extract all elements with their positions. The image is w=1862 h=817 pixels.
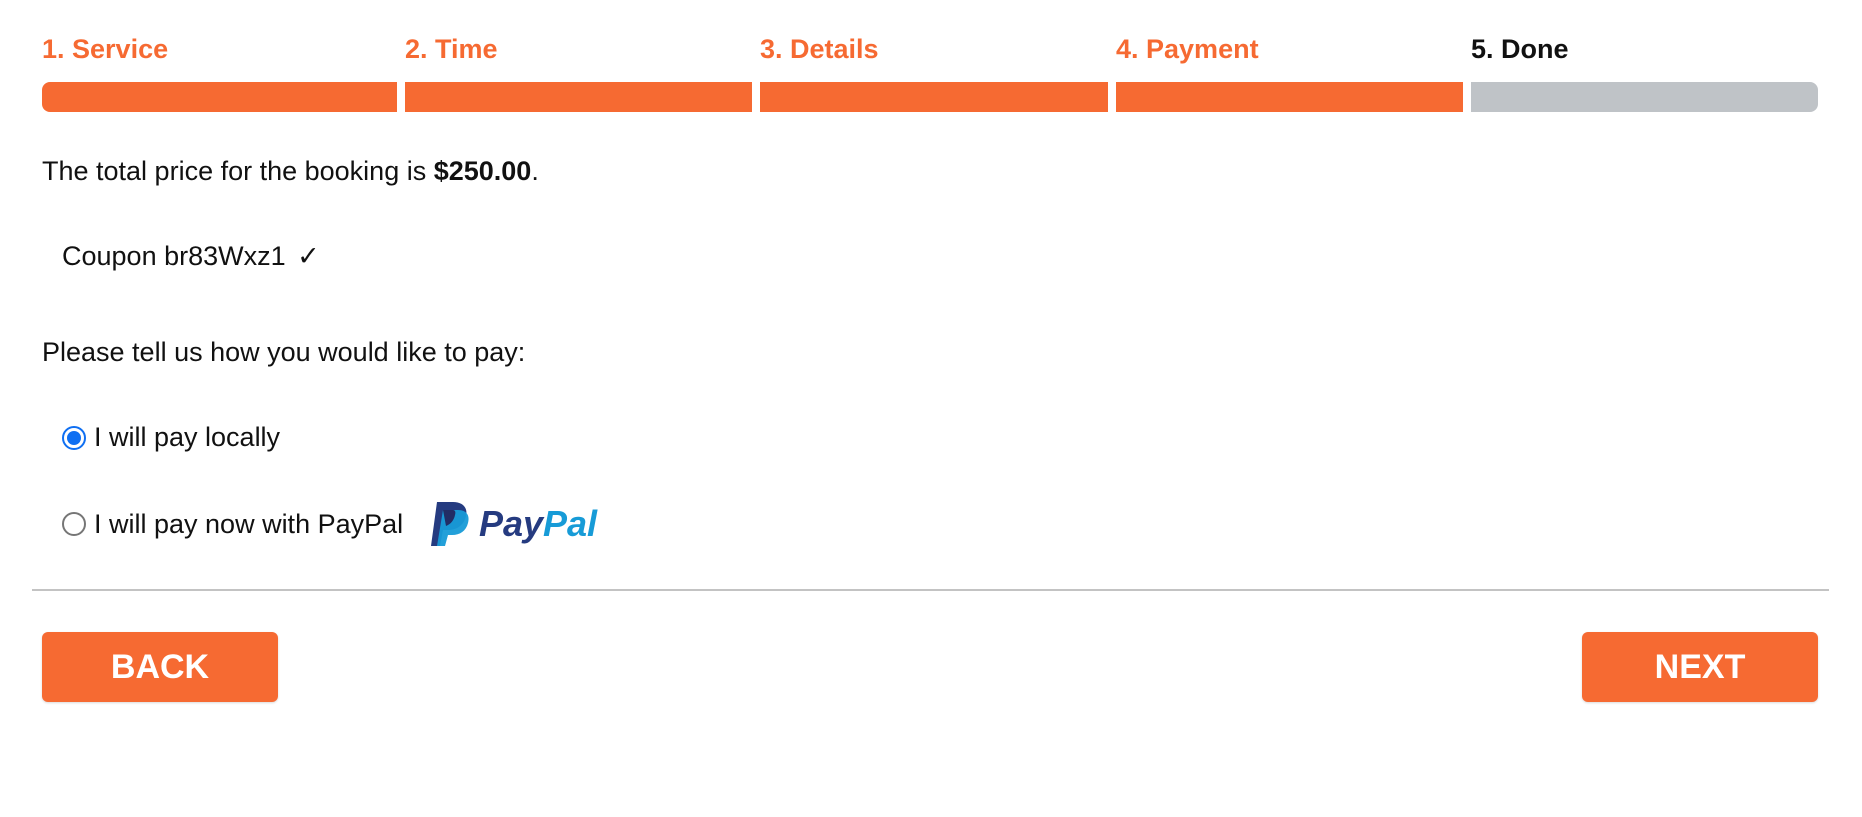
pay-locally-radio[interactable]: [62, 425, 86, 450]
step-service: 1. Service: [42, 30, 397, 114]
step-details: 3. Details: [760, 30, 1108, 114]
divider: [32, 589, 1829, 591]
step-bar-details: [760, 82, 1108, 112]
step-bar-time: [405, 82, 752, 112]
paypal-logo[interactable]: Pay Pal: [429, 500, 611, 548]
pay-locally-option[interactable]: I will pay locally: [62, 422, 280, 453]
step-label-time: 2. Time: [405, 34, 498, 64]
step-done: 5. Done: [1471, 30, 1818, 114]
step-time: 2. Time: [405, 30, 752, 114]
step-label-service: 1. Service: [42, 34, 169, 64]
check-icon: ✓: [297, 241, 320, 272]
step-label-done: 5. Done: [1471, 34, 1569, 64]
step-bar-service: [42, 82, 397, 112]
back-button[interactable]: BACK: [42, 632, 278, 702]
total-price-text: The total price for the booking is $250.…: [42, 156, 539, 187]
pay-paypal-radio[interactable]: [62, 512, 86, 536]
step-label-details: 3. Details: [760, 34, 879, 64]
pay-paypal-label[interactable]: I will pay now with PayPal: [94, 509, 403, 540]
step-label-payment: 4. Payment: [1116, 34, 1259, 64]
price-suffix: .: [531, 156, 539, 186]
pay-locally-label[interactable]: I will pay locally: [94, 422, 280, 453]
step-payment: 4. Payment: [1116, 30, 1463, 114]
step-bar-payment: [1116, 82, 1463, 112]
step-bar-done: [1471, 82, 1818, 112]
applied-coupon: Coupon br83Wxz1 ✓: [62, 241, 320, 272]
paypal-wordmark-pay: Pay: [479, 503, 545, 544]
paypal-wordmark-pal: Pal: [543, 503, 598, 544]
pay-paypal-option[interactable]: I will pay now with PayPal Pay Pal: [62, 500, 611, 548]
coupon-code: Coupon br83Wxz1: [62, 241, 286, 271]
progress-steps: 1. Service 2. Time 3. Details 4. Payment…: [42, 30, 1818, 114]
paypal-icon: Pay Pal: [431, 502, 598, 546]
price-prefix: The total price for the booking is: [42, 156, 434, 186]
payment-prompt: Please tell us how you would like to pay…: [42, 337, 526, 367]
next-button[interactable]: NEXT: [1582, 632, 1818, 702]
price-amount: $250.00: [433, 156, 532, 186]
